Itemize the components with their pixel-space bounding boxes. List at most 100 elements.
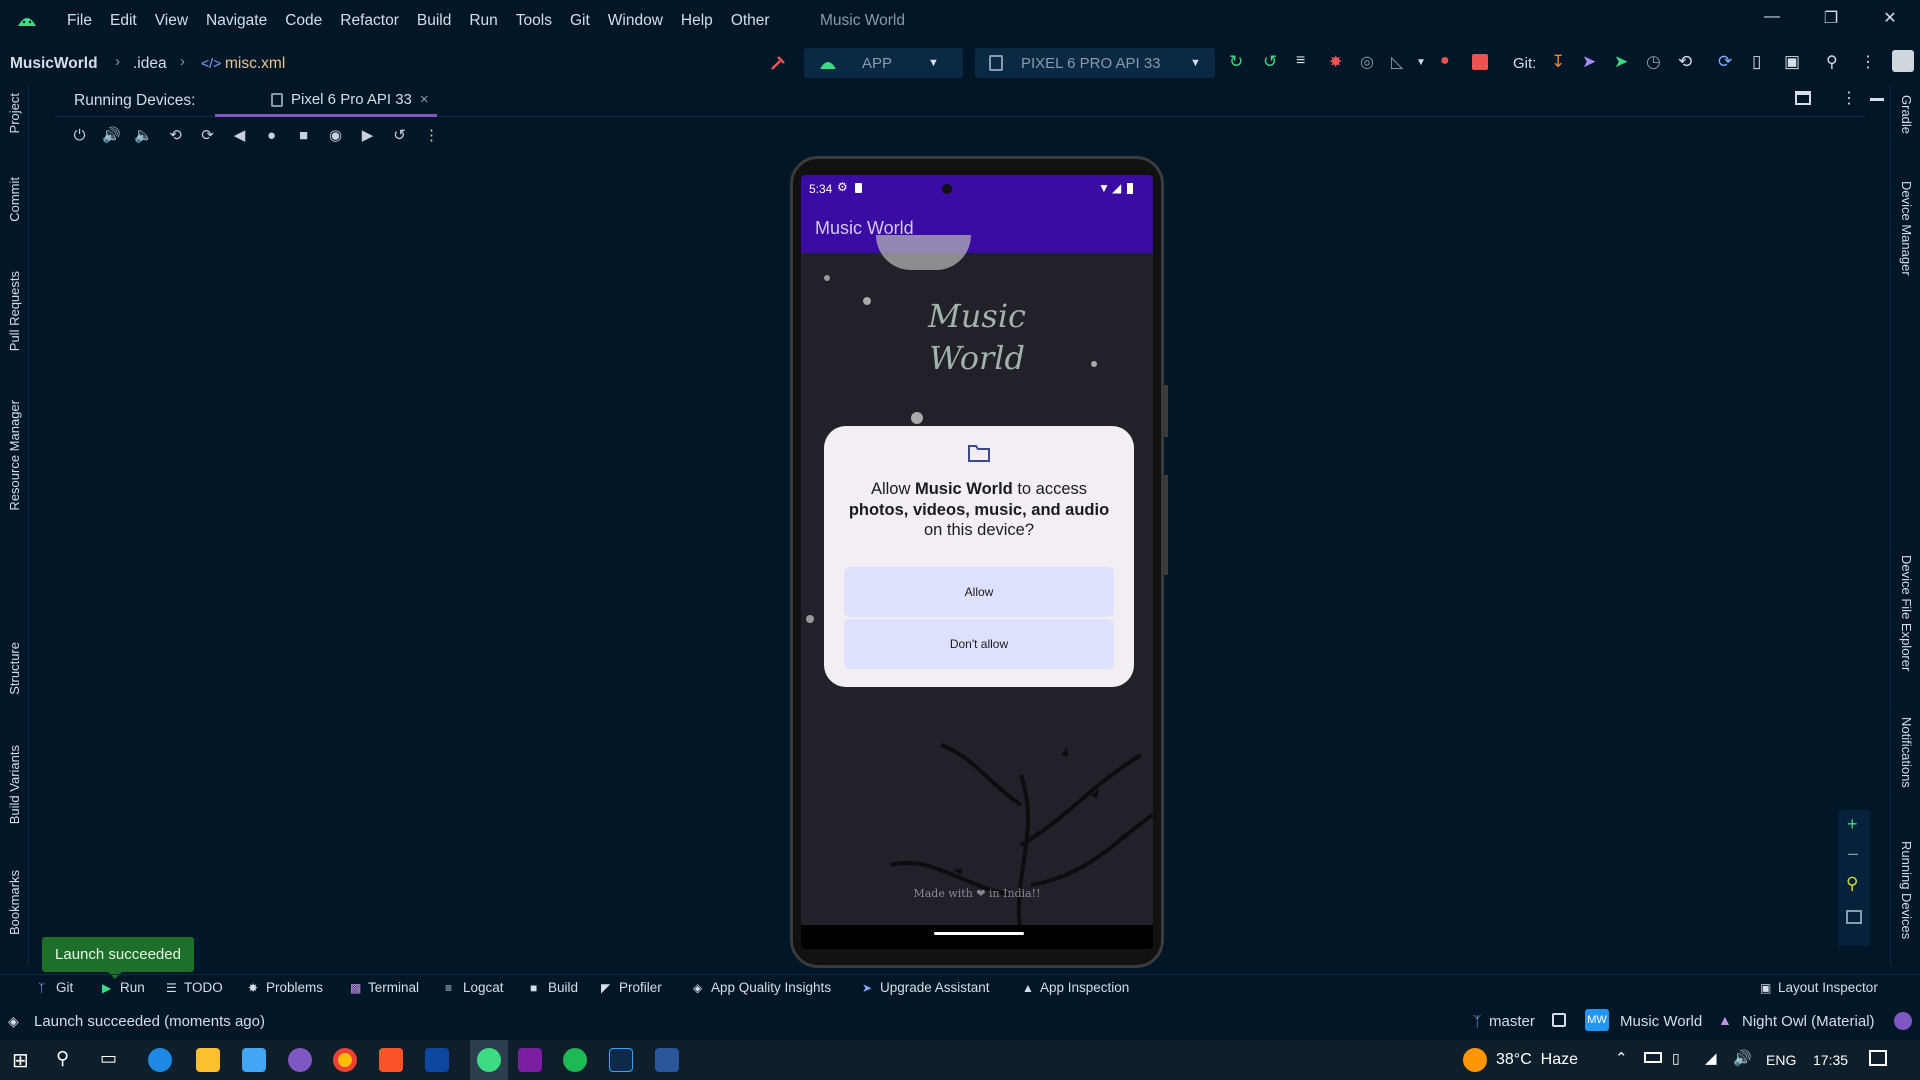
power-icon[interactable]: ⏻ xyxy=(70,126,89,145)
tool-commit[interactable]: Commit xyxy=(7,177,22,222)
tool-layout-inspector[interactable]: ▣ Layout Inspector xyxy=(1760,980,1878,995)
zoom-fit-icon[interactable] xyxy=(1846,910,1862,924)
minimize-button[interactable]: — xyxy=(1760,8,1784,32)
tool-gradle[interactable]: Gradle xyxy=(1899,95,1914,134)
menu-code[interactable]: Code xyxy=(276,12,331,30)
panel-options-icon[interactable]: ⋮ xyxy=(1841,88,1857,108)
tool-upgrade-assistant[interactable]: ➤ Upgrade Assistant xyxy=(862,980,990,995)
breadcrumb-misc-xml[interactable]: misc.xml xyxy=(225,55,285,73)
menu-run[interactable]: Run xyxy=(460,12,506,30)
more-vertical-icon[interactable]: ⋮ xyxy=(1860,52,1880,72)
edge-browser-icon[interactable] xyxy=(148,1048,172,1072)
spotify-icon[interactable] xyxy=(563,1048,587,1072)
tool-running-devices[interactable]: Running Devices xyxy=(1899,841,1914,939)
search-icon[interactable]: ⚲ xyxy=(1826,52,1846,72)
close-window-button[interactable]: ✕ xyxy=(1878,8,1902,32)
tool-resource-manager[interactable]: Resource Manager xyxy=(7,400,22,511)
intellij-icon[interactable] xyxy=(518,1048,542,1072)
stop-icon[interactable] xyxy=(1472,54,1488,70)
close-tab-icon[interactable]: × xyxy=(420,91,429,108)
phone-screen[interactable]: 5:34 ⚙ ▼ ◢ Music World Music World Made … xyxy=(801,175,1153,949)
build-hammer-icon[interactable] xyxy=(769,54,787,72)
search-icon[interactable]: ⚲ xyxy=(56,1048,80,1072)
menu-tools[interactable]: Tools xyxy=(507,12,561,30)
zoom-out-icon[interactable]: – xyxy=(1848,843,1858,864)
tool-todo[interactable]: ☰ TODO xyxy=(166,980,223,995)
photoshop-icon[interactable] xyxy=(609,1048,633,1072)
screen-record-icon[interactable]: ▶ xyxy=(358,126,377,145)
profile-icon[interactable]: ◺ xyxy=(1391,52,1411,72)
restore-button[interactable]: ❐ xyxy=(1819,8,1843,32)
more-run-arrow-icon[interactable]: ▼ xyxy=(1416,57,1436,77)
menu-build[interactable]: Build xyxy=(408,12,460,30)
git-update-icon[interactable]: ↧ xyxy=(1551,52,1571,72)
breadcrumb-project[interactable]: MusicWorld xyxy=(10,55,98,73)
project-name[interactable]: Music World xyxy=(1620,1013,1702,1030)
device-select[interactable]: PIXEL 6 PRO API 33 ▼ xyxy=(975,48,1215,78)
tool-device-manager[interactable]: Device Manager xyxy=(1899,181,1914,276)
tool-device-file-explorer[interactable]: Device File Explorer xyxy=(1899,555,1914,671)
git-branch-name[interactable]: master xyxy=(1489,1013,1535,1030)
menu-other[interactable]: Other xyxy=(722,12,779,30)
tool-project[interactable]: Project xyxy=(7,93,22,133)
maximize-panel-icon[interactable] xyxy=(1795,91,1811,105)
camera-icon[interactable]: ◉ xyxy=(326,126,345,145)
word-icon[interactable] xyxy=(655,1048,679,1072)
mail-icon[interactable] xyxy=(242,1048,266,1072)
language-indicator[interactable]: ENG xyxy=(1766,1052,1796,1068)
menu-view[interactable]: View xyxy=(146,12,197,30)
git-history-icon[interactable]: ◷ xyxy=(1646,52,1666,72)
menu-git[interactable]: Git xyxy=(561,12,599,30)
volume-down-icon[interactable]: 🔈 xyxy=(134,126,153,145)
run-list-icon[interactable]: ≡ xyxy=(1296,52,1316,72)
reset-icon[interactable]: ↺ xyxy=(390,126,409,145)
more-options-icon[interactable]: ⋮ xyxy=(422,126,441,145)
wifi-icon[interactable]: ◢ xyxy=(1705,1049,1717,1067)
tab-pixel-6-pro[interactable]: Pixel 6 Pro API 33 × xyxy=(215,85,437,117)
tool-build-variants[interactable]: Build Variants xyxy=(7,745,22,824)
rerun-icon[interactable]: ↻ xyxy=(1229,52,1249,72)
git-push-icon[interactable]: ➤ xyxy=(1614,52,1634,72)
zoom-in-icon[interactable]: + xyxy=(1847,814,1858,835)
app-icon[interactable] xyxy=(288,1048,312,1072)
tool-terminal[interactable]: ▩ Terminal xyxy=(350,980,419,995)
back-icon[interactable]: ◀ xyxy=(230,126,249,145)
tool-run[interactable]: ▶ Run xyxy=(102,980,145,995)
tool-problems[interactable]: ✸ Problems xyxy=(248,980,323,995)
chevron-up-icon[interactable]: ⌃ xyxy=(1615,1049,1628,1067)
zoom-actual-size-icon[interactable]: ⚲ xyxy=(1846,874,1858,894)
chrome-icon[interactable] xyxy=(333,1048,357,1072)
debug-bug-icon[interactable]: ✸ xyxy=(1329,52,1349,72)
volume-up-icon[interactable]: 🔊 xyxy=(102,126,121,145)
breadcrumb-idea[interactable]: .idea xyxy=(133,55,167,73)
dont-allow-button[interactable]: Don't allow xyxy=(844,619,1114,669)
device-manager-icon[interactable]: ▯ xyxy=(1752,52,1772,72)
rotate-left-icon[interactable]: ⟲ xyxy=(166,126,185,145)
readonly-toggle-icon[interactable] xyxy=(1552,1013,1566,1027)
tool-app-quality-insights[interactable]: ◈ App Quality Insights xyxy=(693,980,831,995)
menu-help[interactable]: Help xyxy=(672,12,722,30)
allow-button[interactable]: Allow xyxy=(844,567,1114,617)
clock[interactable]: 17:35 xyxy=(1813,1052,1848,1068)
theme-name[interactable]: Night Owl (Material) xyxy=(1742,1013,1875,1030)
coverage-icon[interactable]: ◎ xyxy=(1360,52,1380,72)
menu-navigate[interactable]: Navigate xyxy=(197,12,276,30)
avatar[interactable] xyxy=(1892,50,1914,72)
rollback-icon[interactable]: ⟲ xyxy=(1678,52,1698,72)
tool-profiler[interactable]: ◤ Profiler xyxy=(601,980,662,995)
status-message[interactable]: Launch succeeded (moments ago) xyxy=(34,1013,265,1030)
gesture-nav-pill[interactable] xyxy=(934,932,1024,935)
menu-refactor[interactable]: Refactor xyxy=(331,12,408,30)
tool-git[interactable]: ᛉ Git xyxy=(38,980,73,995)
menu-window[interactable]: Window xyxy=(599,12,672,30)
hide-panel-icon[interactable] xyxy=(1870,98,1884,101)
apply-changes-icon[interactable]: ↺ xyxy=(1263,52,1283,72)
home-icon[interactable]: ● xyxy=(262,126,281,145)
run-configuration-select[interactable]: APP ▼ xyxy=(804,48,963,78)
tool-build[interactable]: ■ Build xyxy=(530,980,578,995)
sdk-manager-icon[interactable]: ▣ xyxy=(1784,52,1804,72)
file-explorer-icon[interactable] xyxy=(196,1048,220,1072)
volume-icon[interactable]: 🔊 xyxy=(1733,1049,1752,1067)
windows-start-icon[interactable]: ⊞ xyxy=(12,1048,36,1072)
brave-browser-icon[interactable] xyxy=(379,1048,403,1072)
